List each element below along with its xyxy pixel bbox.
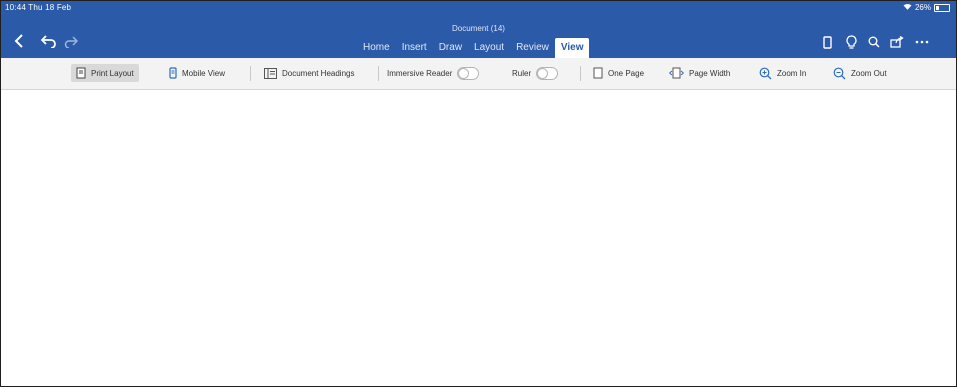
wifi-icon xyxy=(903,3,912,12)
undo-icon[interactable] xyxy=(39,31,59,51)
immersive-reader-label: Immersive Reader xyxy=(387,68,453,78)
print-layout-icon xyxy=(76,67,86,79)
zoom-out-icon xyxy=(833,67,846,79)
ribbon-tabs: Home Insert Draw Layout Review View xyxy=(357,38,590,58)
zoom-in-label: Zoom In xyxy=(777,68,807,78)
document-headings-icon xyxy=(264,67,277,79)
document-headings-button[interactable]: Document Headings xyxy=(264,64,354,82)
immersive-reader-control: Immersive Reader xyxy=(387,64,480,82)
tab-layout[interactable]: Layout xyxy=(468,38,510,58)
status-indicators: 26% xyxy=(903,3,950,12)
mobile-view-icon xyxy=(169,67,177,79)
one-page-icon xyxy=(593,67,603,79)
divider xyxy=(580,66,581,81)
app-window: 10:44 Thu 18 Feb 26% Document (14) Home … xyxy=(0,0,957,387)
one-page-label: One Page xyxy=(608,68,645,78)
print-layout-label: Print Layout xyxy=(91,68,134,78)
view-ribbon: Print Layout Mobile View Document Headin… xyxy=(1,58,956,90)
divider xyxy=(378,66,379,81)
device-icon[interactable] xyxy=(818,33,836,51)
tab-insert[interactable]: Insert xyxy=(396,38,433,58)
status-time: 10:44 Thu 18 Feb xyxy=(5,3,72,12)
ruler-toggle[interactable] xyxy=(536,66,559,80)
battery-percent: 26% xyxy=(914,3,931,12)
page-width-icon xyxy=(669,67,684,79)
redo-icon[interactable] xyxy=(61,31,81,51)
title-bar: 10:44 Thu 18 Feb 26% Document (14) Home … xyxy=(1,1,956,58)
mobile-view-label: Mobile View xyxy=(182,68,225,78)
one-page-button[interactable]: One Page xyxy=(593,64,644,82)
tab-home[interactable]: Home xyxy=(357,38,396,58)
lightbulb-icon[interactable] xyxy=(842,33,860,51)
document-headings-label: Document Headings xyxy=(282,68,355,78)
ruler-control: Ruler xyxy=(512,64,559,82)
page-width-button[interactable]: Page Width xyxy=(669,64,730,82)
zoom-in-icon xyxy=(759,67,772,79)
back-icon[interactable] xyxy=(9,31,29,51)
more-options-icon[interactable] xyxy=(913,33,931,51)
immersive-reader-toggle[interactable] xyxy=(457,66,480,80)
tab-review[interactable]: Review xyxy=(510,38,555,58)
tab-view[interactable]: View xyxy=(554,38,590,58)
page-width-label: Page Width xyxy=(689,68,731,78)
ruler-label: Ruler xyxy=(512,68,532,78)
search-icon[interactable] xyxy=(865,33,883,51)
mobile-view-button[interactable]: Mobile View xyxy=(169,64,225,82)
zoom-out-label: Zoom Out xyxy=(851,68,887,78)
divider xyxy=(250,66,251,81)
zoom-in-button[interactable]: Zoom In xyxy=(759,64,806,82)
zoom-out-button[interactable]: Zoom Out xyxy=(833,64,887,82)
print-layout-button[interactable]: Print Layout xyxy=(71,64,139,82)
document-canvas[interactable] xyxy=(1,90,956,386)
battery-icon xyxy=(934,3,950,12)
share-icon[interactable] xyxy=(888,33,906,51)
tab-draw[interactable]: Draw xyxy=(433,38,468,58)
document-title[interactable]: Document (14) xyxy=(1,24,956,33)
